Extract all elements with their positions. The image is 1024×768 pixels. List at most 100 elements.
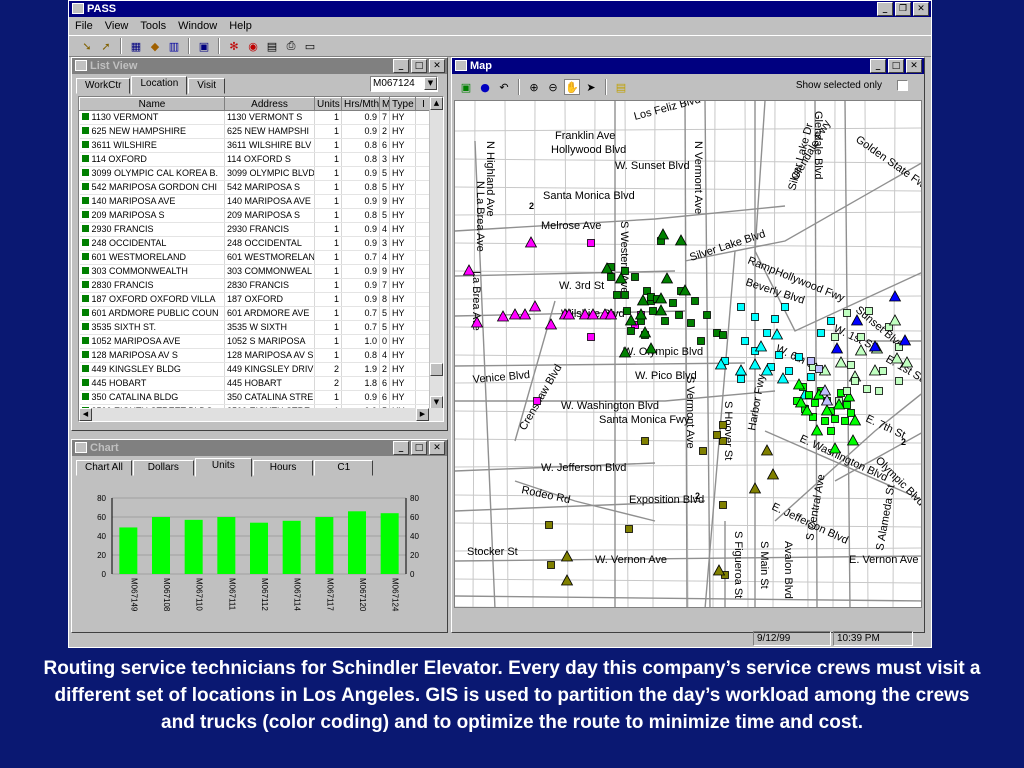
map-marker-square[interactable]	[843, 401, 851, 409]
table-row[interactable]: 601 WESTMORELAND 601 WESTMORELAN 1 0.7 4 HY	[79, 250, 432, 265]
tab-units[interactable]: Units	[194, 458, 252, 477]
tab-workctr[interactable]: WorkCtr	[76, 78, 131, 94]
map-marker-square[interactable]	[775, 351, 783, 359]
table-row[interactable]: 209 MARIPOSA S 209 MARIPOSA S 1 0.8 5 HY	[79, 208, 432, 223]
map-marker-triangle[interactable]	[810, 424, 824, 436]
map-marker-square[interactable]	[587, 333, 595, 341]
map-marker-triangle[interactable]	[496, 310, 510, 322]
show-selected-checkbox[interactable]	[897, 80, 908, 91]
menu-tools[interactable]: Tools	[140, 17, 166, 35]
refresh-icon[interactable]: ◉	[245, 38, 261, 54]
map-marker-triangle[interactable]	[830, 342, 844, 354]
map-marker-square[interactable]	[841, 417, 849, 425]
map-marker-square[interactable]	[545, 521, 553, 529]
tab-dollars[interactable]: Dollars	[132, 460, 194, 476]
scroll-right-icon[interactable]: ▶	[416, 408, 429, 421]
map-svg[interactable]: Los Feliz Blvd Franklin Ave Hollywood Blvd…	[455, 101, 922, 608]
minimize-button[interactable]: _	[877, 2, 893, 16]
table-row[interactable]: 625 NEW HAMPSHIRE 625 NEW HAMPSHI 1 0.9 2 HY	[79, 124, 432, 139]
map-marker-square[interactable]	[865, 307, 873, 315]
table-row[interactable]: 445 HOBART 445 HOBART 2 1.8 6 HY	[79, 376, 432, 391]
col-m[interactable]: M	[379, 97, 390, 111]
map-marker-triangle[interactable]	[754, 340, 768, 352]
map-marker-square[interactable]	[587, 239, 595, 247]
map-marker-square[interactable]	[613, 291, 621, 299]
map-marker-square[interactable]	[623, 307, 631, 315]
table-row[interactable]: 128 MARIPOSA AV S 128 MARIPOSA AV S 1 0.8 4 H…	[79, 348, 432, 363]
map-marker-square[interactable]	[533, 397, 541, 405]
menu-help[interactable]: Help	[229, 17, 252, 35]
table-row[interactable]: 187 OXFORD OXFORD VILLA 187 OXFORD 1 0.9 8 HY	[79, 292, 432, 307]
map-marker-square[interactable]	[713, 431, 721, 439]
pointer-icon[interactable]: ➤	[583, 79, 599, 95]
table-row[interactable]: 3535 SIXTH ST. 3535 W SIXTH 1 0.7 5 HY	[79, 320, 432, 335]
table-row[interactable]: 248 OCCIDENTAL 248 OCCIDENTAL 1 0.9 3 HY	[79, 236, 432, 251]
grid-icon[interactable]: ▦	[128, 38, 144, 54]
globe-icon[interactable]: ●	[477, 79, 493, 95]
map-marker-triangle[interactable]	[770, 328, 784, 340]
map-marker-square[interactable]	[811, 399, 819, 407]
map-marker-square[interactable]	[875, 387, 883, 395]
map-marker-square[interactable]	[857, 333, 865, 341]
menu-file[interactable]: File	[75, 17, 93, 35]
map-marker-triangle[interactable]	[846, 434, 860, 446]
map-marker-square[interactable]	[771, 315, 779, 323]
col-address[interactable]: Address	[224, 97, 315, 111]
map-marker-square[interactable]	[627, 327, 635, 335]
map-marker-square[interactable]	[879, 367, 887, 375]
map-marker-square[interactable]	[831, 333, 839, 341]
map-marker-triangle[interactable]	[654, 304, 668, 316]
map-marker-triangle[interactable]	[660, 272, 674, 284]
map-marker-square[interactable]	[847, 409, 855, 417]
table-row[interactable]: 3099 OLYMPIC CAL KOREA B. 3099 OLYMPIC BL…	[79, 166, 432, 181]
map-marker-square[interactable]	[795, 353, 803, 361]
scroll-up-icon[interactable]: ▲	[430, 97, 443, 110]
list-minimize-button[interactable]: _	[393, 59, 409, 73]
route-out-icon[interactable]: ➚	[98, 38, 114, 54]
map-marker-square[interactable]	[827, 317, 835, 325]
table-row[interactable]: 114 OXFORD 114 OXFORD S 1 0.8 3 HY	[79, 152, 432, 167]
map-marker-square[interactable]	[821, 417, 829, 425]
map-marker-triangle[interactable]	[760, 444, 774, 456]
map-marker-square[interactable]	[863, 385, 871, 393]
menu-window[interactable]: Window	[178, 17, 217, 35]
restore-button[interactable]: ❐	[895, 2, 911, 16]
clipboard-icon[interactable]: ▤	[264, 38, 280, 54]
map-marker-square[interactable]	[805, 391, 813, 399]
map-marker-square[interactable]	[741, 337, 749, 345]
chart-maximize-button[interactable]: □	[411, 441, 427, 455]
map-marker-square[interactable]	[843, 387, 851, 395]
scroll-thumb[interactable]	[430, 363, 443, 376]
table-row[interactable]: 2930 FRANCIS 2930 FRANCIS 1 0.9 4 HY	[79, 222, 432, 237]
map-marker-square[interactable]	[895, 377, 903, 385]
col-units[interactable]: Units	[314, 97, 342, 111]
map-marker-square[interactable]	[719, 421, 727, 429]
zoom-in-icon[interactable]: ⊕	[526, 79, 542, 95]
map-marker-square[interactable]	[817, 329, 825, 337]
map-marker-triangle[interactable]	[544, 318, 558, 330]
map-marker-square[interactable]	[827, 427, 835, 435]
map-marker-square[interactable]	[697, 337, 705, 345]
bar-chart-icon[interactable]: ▥	[166, 38, 182, 54]
map-marker-square[interactable]	[547, 561, 555, 569]
map-marker-square[interactable]	[621, 267, 629, 275]
route-number-marker[interactable]: 2	[901, 437, 906, 447]
route-in-icon[interactable]: ➘	[79, 38, 95, 54]
list-hscrollbar[interactable]: ◀ ▶	[79, 408, 443, 421]
menu-view[interactable]: View	[105, 17, 129, 35]
map-close-button[interactable]: ✕	[906, 59, 922, 73]
table-row[interactable]: 449 KINGSLEY BLDG 449 KINGSLEY DRIV 2 1.9 2 H…	[79, 362, 432, 377]
list-maximize-button[interactable]: □	[411, 59, 427, 73]
map-marker-triangle[interactable]	[766, 468, 780, 480]
map-marker-square[interactable]	[847, 361, 855, 369]
map-marker-square[interactable]	[699, 447, 707, 455]
map-marker-square[interactable]	[703, 311, 711, 319]
scroll-left-icon[interactable]: ◀	[79, 408, 92, 421]
map-marker-square[interactable]	[621, 291, 629, 299]
table-row[interactable]: 542 MARIPOSA GORDON CHI 542 MARIPOSA S 1 0.…	[79, 180, 432, 195]
window-icon[interactable]: ▣	[196, 38, 212, 54]
select-tool-icon[interactable]: ▣	[458, 79, 474, 95]
close-button[interactable]: ✕	[913, 2, 929, 16]
map-marker-square[interactable]	[807, 357, 815, 365]
map-marker-triangle[interactable]	[712, 564, 726, 576]
